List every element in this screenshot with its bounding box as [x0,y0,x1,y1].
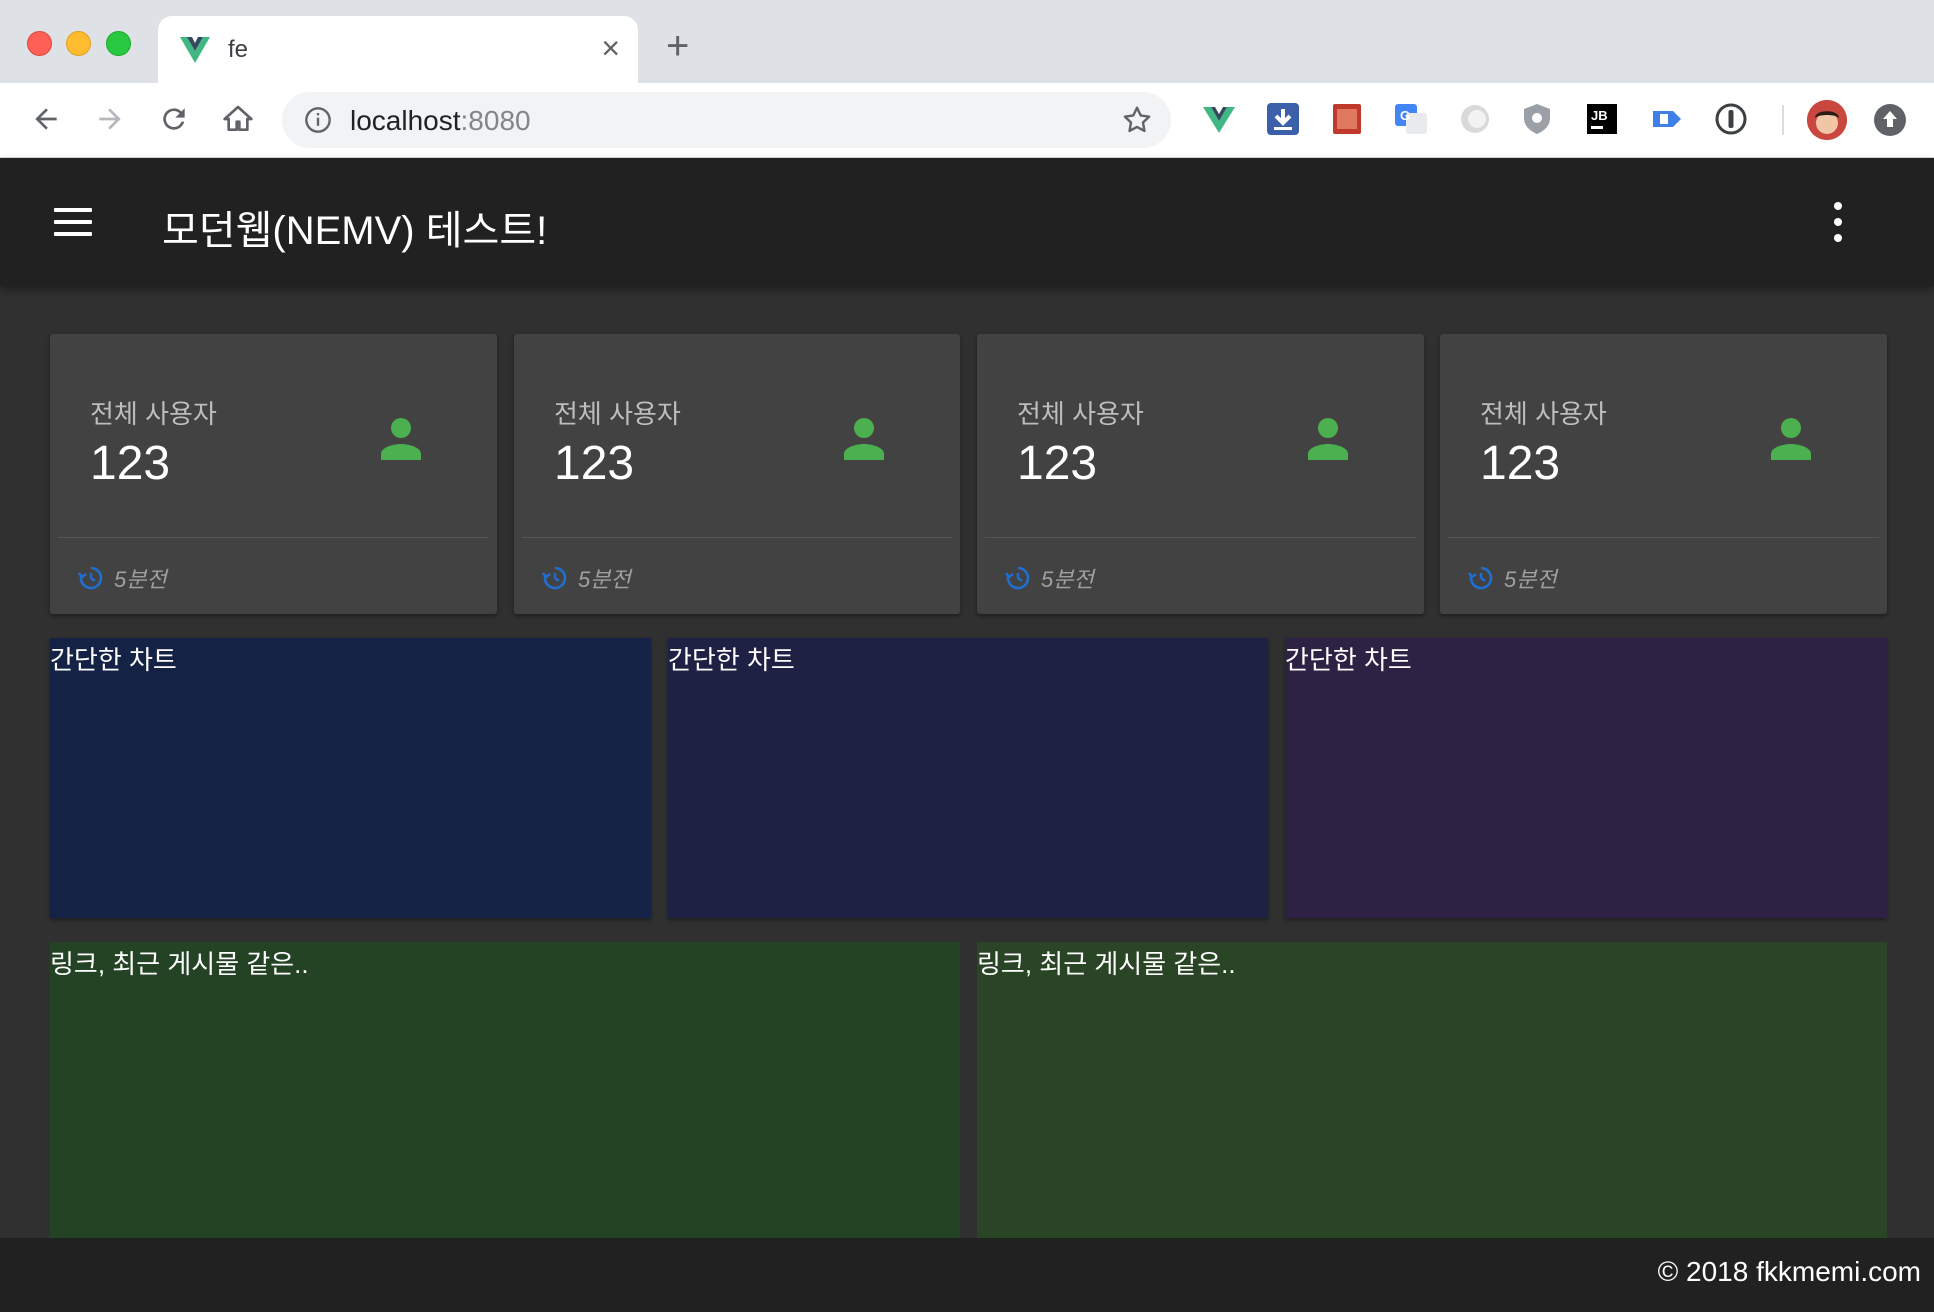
svg-text:JB: JB [1591,108,1608,123]
stat-footer: 5분전 [78,562,167,594]
tab-title: fe [228,36,249,63]
chart-title: 간단한 차트 [1285,645,1412,675]
links-card-title: 링크, 최근 게시물 같은.. [50,949,309,979]
vue-logo-icon [180,37,210,63]
back-arrow-icon [35,108,57,130]
refresh-clock-icon [542,566,567,590]
home-button[interactable] [218,99,258,139]
url-port: :8080 [460,105,531,136]
copyright-text: © 2018 fkkmemi.com [1657,1256,1921,1287]
page-title: 모던웹(NEMV) 테스트! [162,209,548,253]
app-root: 모던웹(NEMV) 테스트! 전체 사용자 123 5분전 전체 사용자 123… [0,158,1934,1312]
stat-updated-text: 5분전 [1041,567,1094,592]
refresh-clock-icon [78,566,103,590]
person-icon [844,418,884,460]
tab-bar: fe × + [0,0,1934,83]
links-card-title: 링크, 최근 게시물 같은.. [977,949,1236,979]
chart-card: 간단한 차트 [50,638,651,918]
pdf-extension-icon[interactable] [1329,101,1365,137]
stat-card: 전체 사용자 123 5분전 [514,334,960,614]
browser-tab[interactable]: fe × [158,16,638,83]
forward-arrow-icon [99,108,121,130]
chart-title: 간단한 차트 [668,645,795,675]
maximize-window-button[interactable] [106,31,131,56]
stat-footer: 5분전 [1005,562,1094,594]
url-text[interactable]: localhost:8080 [350,105,531,137]
address-bar[interactable]: localhost:8080 [282,92,1171,148]
download-extension-icon[interactable] [1265,101,1301,137]
tab-close-icon[interactable]: × [601,30,620,66]
password-manager-icon[interactable] [1713,101,1749,137]
upload-extension-icon[interactable] [1873,103,1907,137]
stat-divider [58,537,489,538]
stat-label: 전체 사용자 [554,399,681,429]
svg-text:G: G [1400,108,1410,123]
stat-card: 전체 사용자 123 5분전 [1440,334,1887,614]
stat-updated-text: 5분전 [578,567,631,592]
jetbrains-extension-icon[interactable]: JB [1584,101,1620,137]
vue-devtools-icon[interactable] [1201,101,1237,137]
person-icon [381,418,421,460]
toolbar-separator [1782,105,1784,135]
browser-toolbar: localhost:8080 G JB [0,83,1934,158]
new-tab-button[interactable]: + [666,26,689,66]
stat-value: 123 [554,437,635,490]
app-footer: © 2018 fkkmemi.com [0,1238,1934,1312]
stat-label: 전체 사용자 [90,399,217,429]
stat-updated-text: 5분전 [114,567,167,592]
stat-value: 123 [1017,437,1098,490]
forward-button[interactable] [90,99,130,139]
shield-extension-icon[interactable] [1519,101,1555,137]
tag-extension-icon[interactable] [1649,101,1685,137]
url-host: localhost [350,105,461,136]
minimize-window-button[interactable] [66,31,91,56]
stat-divider [522,537,952,538]
app-toolbar: 모던웹(NEMV) 테스트! [0,158,1934,286]
stat-label: 전체 사용자 [1480,399,1607,429]
privacy-extension-icon[interactable] [1457,101,1493,137]
chart-card: 간단한 차트 [1285,638,1887,918]
close-window-button[interactable] [27,31,52,56]
stat-updated-text: 5분전 [1504,567,1557,592]
stat-card: 전체 사용자 123 5분전 [50,334,497,614]
browser-window: fe × + localhost:8080 G JB 모던웹(NEMV) 테스트… [0,0,1934,1312]
reload-button[interactable] [154,99,194,139]
profile-avatar-image [1807,100,1847,140]
site-info-icon[interactable] [304,106,332,134]
person-icon [1771,418,1811,460]
refresh-clock-icon [1468,566,1493,590]
bookmark-star-icon[interactable] [1121,104,1153,136]
stat-divider [985,537,1416,538]
stat-footer: 5분전 [1468,562,1557,594]
stat-divider [1448,537,1879,538]
hamburger-menu-icon[interactable] [54,208,92,236]
chart-title: 간단한 차트 [50,645,177,675]
stat-value: 123 [90,437,171,490]
home-icon [223,105,253,131]
chart-card: 간단한 차트 [668,638,1268,918]
person-icon [1308,418,1348,460]
stat-card: 전체 사용자 123 5분전 [977,334,1424,614]
reload-icon [163,108,185,130]
stat-label: 전체 사용자 [1017,399,1144,429]
stat-footer: 5분전 [542,562,631,594]
profile-avatar[interactable] [1807,100,1847,140]
stat-value: 123 [1480,437,1561,490]
google-translate-icon[interactable]: G [1393,101,1429,137]
refresh-clock-icon [1005,566,1030,590]
back-button[interactable] [26,99,66,139]
more-vert-icon[interactable] [1830,202,1846,242]
